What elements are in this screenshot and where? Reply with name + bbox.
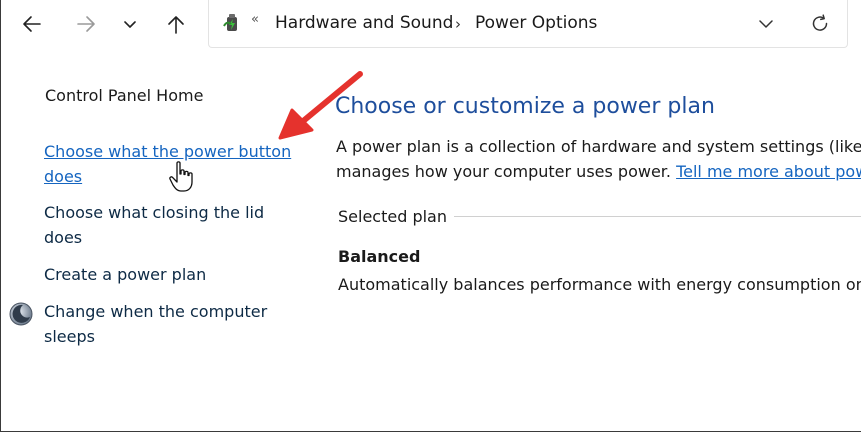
window-frame <box>0 0 861 432</box>
window: « Hardware and Sound › Power Options Con… <box>0 0 861 432</box>
